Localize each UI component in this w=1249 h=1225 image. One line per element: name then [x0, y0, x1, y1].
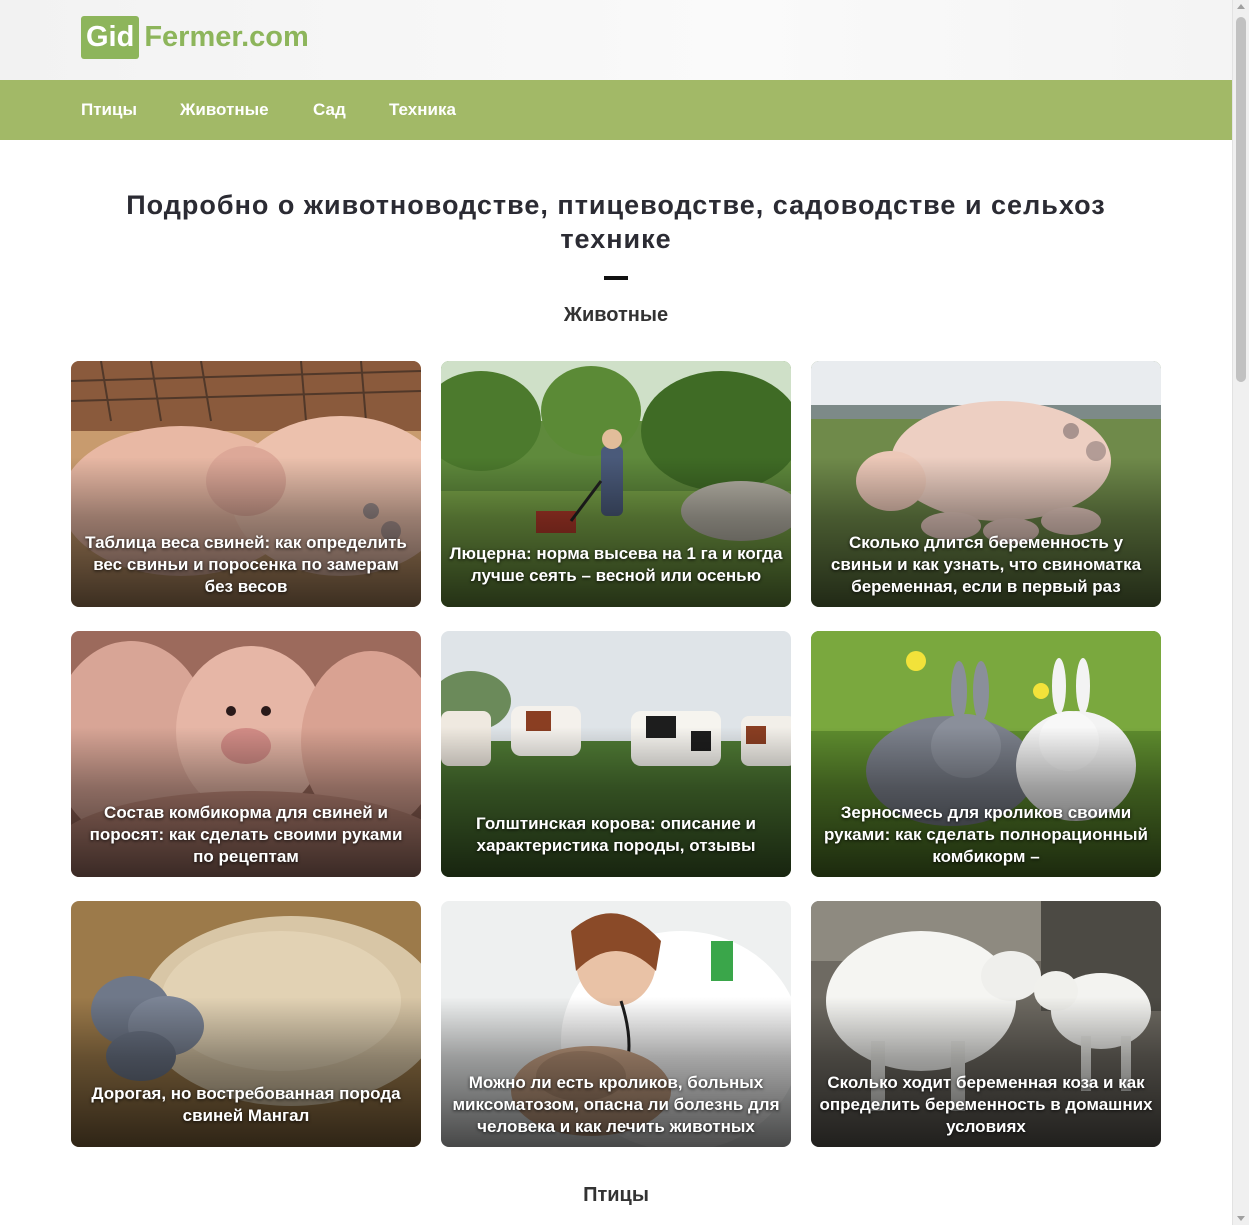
section-title-animals: Животные [563, 304, 669, 326]
article-card[interactable]: Голштинская корова: описание и характери… [441, 631, 791, 877]
article-title: Дорогая, но востребованная порода свиней… [91, 1084, 401, 1125]
article-title: Голштинская корова: описание и характери… [476, 814, 756, 855]
article-title: Можно ли есть кроликов, больных миксомат… [452, 1073, 780, 1136]
nav-item-animals[interactable]: Животные [180, 80, 269, 140]
article-card[interactable]: Можно ли есть кроликов, больных миксомат… [441, 901, 791, 1147]
article-card[interactable]: Зерносмесь для кроликов своими руками: к… [811, 631, 1161, 877]
article-card[interactable]: Сколько длится беременность у свиньи и к… [811, 361, 1161, 607]
main-nav: Птицы Животные Сад Техника [0, 80, 1232, 140]
site-logo[interactable]: Gid Fermer.com [81, 16, 309, 59]
article-title: Состав комбикорма для свиней и поросят: … [89, 803, 403, 866]
page-title: Подробно о животноводстве, птицеводстве,… [126, 190, 1106, 254]
logo-name: Fermer.com [144, 21, 309, 53]
section-title-birds: Птицы [583, 1184, 649, 1206]
page-scrollbar[interactable] [1232, 0, 1249, 1225]
article-title: Люцерна: норма высева на 1 га и когда лу… [449, 544, 783, 585]
logo-prefix: Gid [81, 16, 140, 59]
article-card[interactable]: Сколько ходит беременная коза и как опре… [811, 901, 1161, 1147]
article-title: Сколько ходит беременная коза и как опре… [819, 1073, 1153, 1136]
nav-item-garden[interactable]: Сад [313, 80, 346, 140]
article-title: Сколько длится беременность у свиньи и к… [830, 533, 1142, 596]
site-header: Gid Fermer.com [0, 0, 1232, 80]
nav-item-machinery[interactable]: Техника [389, 80, 456, 140]
scrollbar-thumb[interactable] [1236, 17, 1246, 382]
article-card[interactable]: Дорогая, но востребованная порода свиней… [71, 901, 421, 1147]
article-card[interactable]: Люцерна: норма высева на 1 га и когда лу… [441, 361, 791, 607]
article-card[interactable]: Таблица веса свиней: как определить вес … [71, 361, 421, 607]
title-divider [604, 276, 628, 280]
scroll-down-arrow-icon[interactable] [1237, 1216, 1245, 1221]
article-title: Таблица веса свиней: как определить вес … [85, 533, 407, 596]
article-card[interactable]: Состав комбикорма для свиней и поросят: … [71, 631, 421, 877]
scroll-up-arrow-icon[interactable] [1237, 4, 1245, 9]
article-title: Зерносмесь для кроликов своими руками: к… [824, 803, 1148, 866]
nav-item-birds[interactable]: Птицы [81, 80, 137, 140]
